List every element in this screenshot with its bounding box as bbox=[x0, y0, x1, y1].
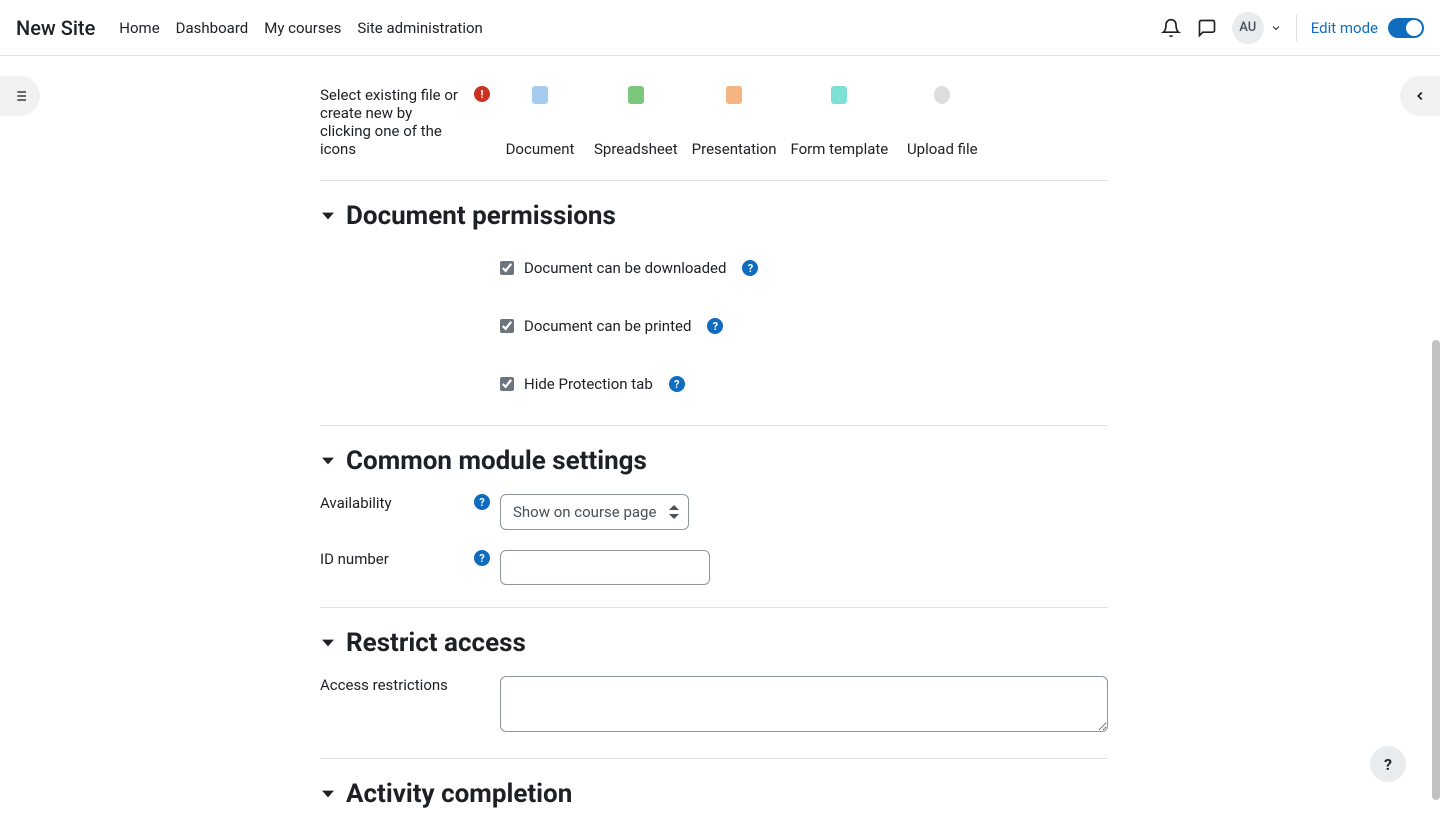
file-option-upload[interactable]: Upload file bbox=[902, 86, 982, 158]
section-document-permissions[interactable]: Document permissions bbox=[320, 193, 1108, 239]
chevron-down-icon bbox=[320, 208, 336, 224]
file-option-label: Form template bbox=[790, 140, 888, 158]
id-number-row: ID number ? bbox=[320, 540, 1108, 595]
download-label: Document can be downloaded bbox=[524, 259, 726, 277]
nav-home[interactable]: Home bbox=[119, 15, 159, 41]
divider bbox=[320, 607, 1108, 608]
access-restrictions-textarea[interactable] bbox=[500, 676, 1108, 732]
protection-checkbox[interactable] bbox=[500, 377, 514, 391]
open-block-drawer[interactable] bbox=[1400, 76, 1440, 116]
download-checkbox[interactable] bbox=[500, 261, 514, 275]
edit-mode-toggle[interactable] bbox=[1388, 18, 1424, 38]
file-option-label: Document bbox=[506, 140, 575, 158]
section-title: Common module settings bbox=[346, 446, 647, 476]
section-restrict-access[interactable]: Restrict access bbox=[320, 620, 1108, 666]
site-name[interactable]: New Site bbox=[16, 16, 95, 40]
file-option-form-template[interactable]: Form template bbox=[790, 86, 888, 158]
file-option-label: Upload file bbox=[907, 140, 978, 158]
permission-protection-row: Hide Protection tab ? bbox=[320, 355, 1108, 413]
id-number-input[interactable] bbox=[500, 550, 710, 585]
messages-icon[interactable] bbox=[1196, 17, 1218, 39]
page-header: New Site Home Dashboard My courses Site … bbox=[0, 0, 1440, 56]
nav-dashboard[interactable]: Dashboard bbox=[176, 15, 249, 41]
nav-site-admin[interactable]: Site administration bbox=[357, 15, 482, 41]
edit-mode-control: Edit mode bbox=[1311, 18, 1424, 38]
open-course-index[interactable] bbox=[0, 76, 40, 116]
edit-mode-label: Edit mode bbox=[1311, 19, 1378, 37]
primary-nav: Home Dashboard My courses Site administr… bbox=[119, 15, 483, 41]
presentation-icon bbox=[726, 86, 742, 104]
permission-download-row: Document can be downloaded ? bbox=[320, 239, 1108, 297]
help-icon[interactable]: ? bbox=[474, 494, 490, 510]
section-activity-completion[interactable]: Activity completion bbox=[320, 771, 1108, 816]
nav-my-courses[interactable]: My courses bbox=[264, 15, 341, 41]
section-title: Document permissions bbox=[346, 201, 616, 231]
file-select-label: Select existing file or create new by cl… bbox=[320, 86, 464, 158]
scrollbar[interactable] bbox=[1432, 340, 1440, 800]
availability-row: Availability ? Show on course page bbox=[320, 484, 1108, 540]
divider bbox=[320, 180, 1108, 181]
user-menu[interactable]: AU bbox=[1232, 12, 1282, 44]
section-common-module[interactable]: Common module settings bbox=[320, 438, 1108, 484]
print-checkbox[interactable] bbox=[500, 319, 514, 333]
spreadsheet-icon bbox=[628, 86, 644, 104]
divider bbox=[1296, 14, 1297, 42]
id-number-label: ID number bbox=[320, 550, 464, 568]
help-icon[interactable]: ? bbox=[669, 376, 685, 392]
file-option-spreadsheet[interactable]: Spreadsheet bbox=[594, 86, 678, 158]
file-type-options: Document Spreadsheet Presentation Form t… bbox=[500, 86, 1108, 158]
protection-label: Hide Protection tab bbox=[524, 375, 653, 393]
divider bbox=[320, 425, 1108, 426]
required-icon: ! bbox=[474, 86, 490, 102]
main-content: Select existing file or create new by cl… bbox=[0, 56, 1440, 816]
print-label: Document can be printed bbox=[524, 317, 691, 335]
access-restrictions-row: Access restrictions bbox=[320, 666, 1108, 746]
header-right: AU Edit mode bbox=[1160, 12, 1424, 44]
file-option-presentation[interactable]: Presentation bbox=[692, 86, 777, 158]
availability-label: Availability bbox=[320, 494, 464, 512]
form-template-icon bbox=[831, 86, 847, 104]
avatar: AU bbox=[1232, 12, 1264, 44]
file-option-document[interactable]: Document bbox=[500, 86, 580, 158]
help-icon[interactable]: ? bbox=[474, 550, 490, 566]
chevron-down-icon bbox=[320, 453, 336, 469]
notifications-icon[interactable] bbox=[1160, 17, 1182, 39]
permission-print-row: Document can be printed ? bbox=[320, 297, 1108, 355]
access-restrictions-label: Access restrictions bbox=[320, 676, 490, 694]
chevron-down-icon bbox=[1270, 22, 1282, 34]
divider bbox=[320, 758, 1108, 759]
section-title: Restrict access bbox=[346, 628, 526, 658]
chevron-down-icon bbox=[320, 635, 336, 651]
upload-icon bbox=[934, 86, 950, 104]
file-option-label: Presentation bbox=[692, 140, 777, 158]
chevron-down-icon bbox=[320, 786, 336, 802]
help-icon[interactable]: ? bbox=[707, 318, 723, 334]
section-title: Activity completion bbox=[346, 779, 572, 809]
document-icon bbox=[532, 86, 548, 104]
file-option-label: Spreadsheet bbox=[594, 140, 678, 158]
help-button[interactable]: ? bbox=[1370, 746, 1406, 782]
file-select-row: Select existing file or create new by cl… bbox=[320, 76, 1108, 168]
help-icon[interactable]: ? bbox=[742, 260, 758, 276]
availability-select[interactable]: Show on course page bbox=[500, 494, 689, 530]
